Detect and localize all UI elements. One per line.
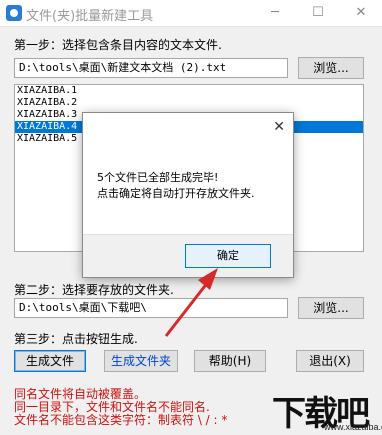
watermark-url: www.xiazaiba.com — [324, 422, 382, 432]
watermark-logo: 下载吧 www.xiazaiba.com — [266, 386, 382, 435]
pointer-arrow-icon — [164, 268, 218, 337]
